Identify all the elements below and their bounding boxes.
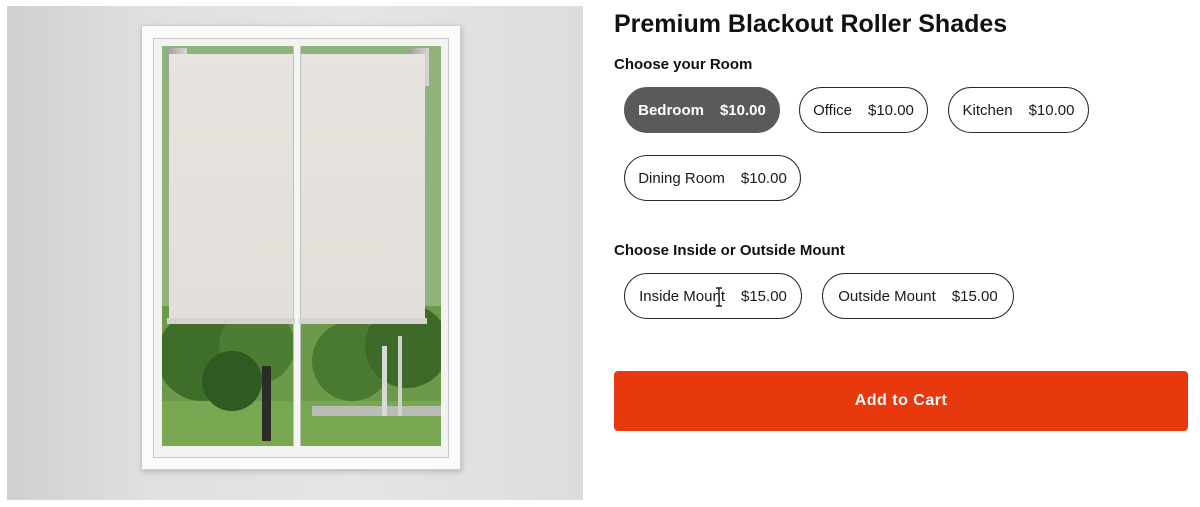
option-name: Outside Mount: [838, 287, 936, 305]
option-price: $10.00: [1028, 101, 1075, 119]
left-shade-bottom-bar: [167, 318, 295, 324]
add-to-cart-button[interactable]: Add to Cart: [614, 371, 1188, 431]
mount-option-inside[interactable]: Inside Mount $15.00: [624, 273, 802, 319]
option-name: Bedroom: [638, 101, 704, 119]
room-option-kitchen[interactable]: Kitchen $10.00: [948, 87, 1089, 133]
option-price: $10.00: [868, 101, 914, 119]
right-roller-shade: [301, 54, 425, 322]
option-price: $10.00: [740, 169, 787, 187]
right-shade-bottom-bar: [299, 318, 427, 324]
product-title: Premium Blackout Roller Shades: [614, 10, 1008, 38]
option-price: $15.00: [951, 287, 998, 305]
window-mullion: [293, 46, 301, 446]
room-section-label: Choose your Room: [614, 56, 753, 73]
product-image: [7, 6, 583, 500]
option-price: $15.00: [741, 287, 787, 305]
option-name: Inside Mount: [639, 287, 725, 305]
room-option-dining-room[interactable]: Dining Room $10.00: [624, 155, 801, 201]
room-option-office[interactable]: Office $10.00: [799, 87, 928, 133]
option-name: Office: [813, 101, 852, 119]
room-option-bedroom[interactable]: Bedroom $10.00: [624, 87, 780, 133]
option-name: Kitchen: [962, 101, 1013, 119]
mount-option-outside[interactable]: Outside Mount $15.00: [822, 273, 1014, 319]
left-roller-shade: [169, 54, 293, 322]
option-price: $10.00: [719, 101, 766, 119]
option-name: Dining Room: [638, 169, 725, 187]
mount-section-label: Choose Inside or Outside Mount: [614, 242, 845, 259]
